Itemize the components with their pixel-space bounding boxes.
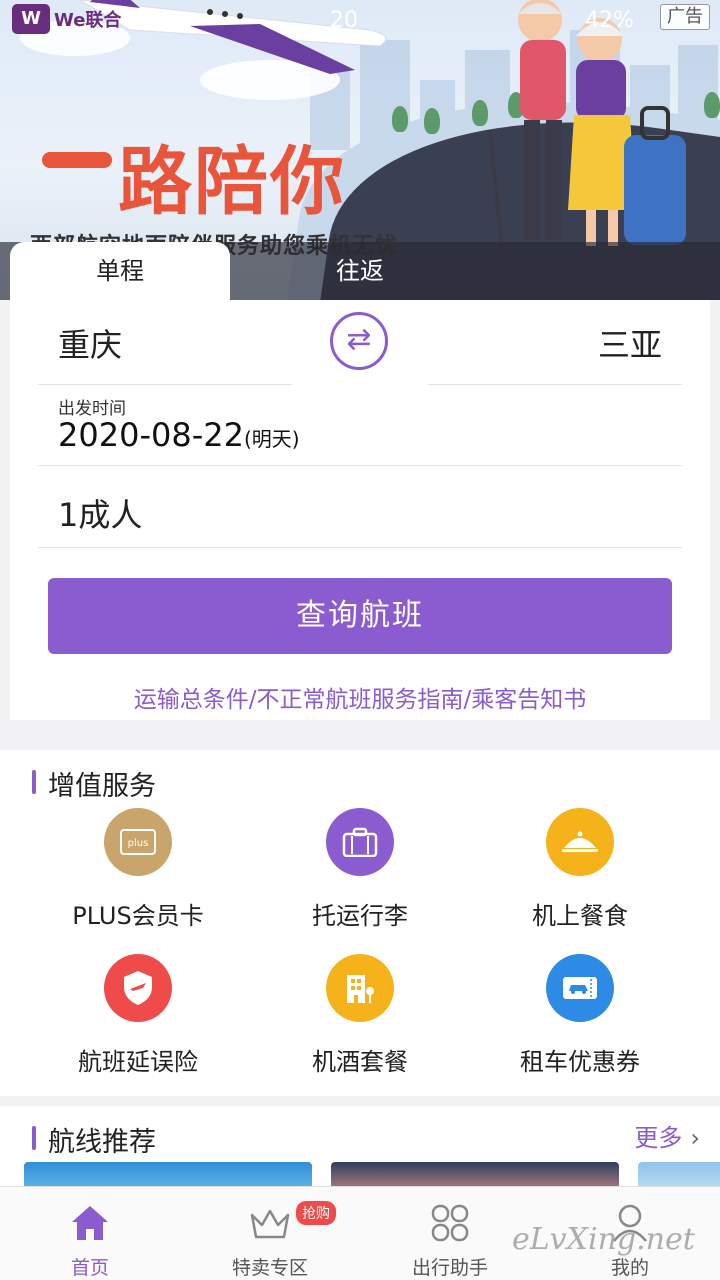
service-label: 机上餐食 — [532, 902, 628, 930]
nav-label: 出行助手 — [411, 1257, 488, 1279]
section-accent-bar — [32, 770, 36, 794]
arrival-city[interactable]: 三亚 — [598, 320, 662, 366]
more-label: 更多 — [634, 1124, 683, 1152]
ad-badge: 广告 — [660, 4, 710, 30]
section-accent-bar — [32, 1126, 36, 1150]
trip-type-tabs: 单程 往返 — [0, 242, 720, 300]
brand-logo-icon: W — [12, 4, 50, 34]
divider — [38, 384, 292, 385]
grid-icon — [431, 1204, 469, 1242]
banner-slogan: 路陪你 — [118, 139, 346, 225]
service-car-rental[interactable]: 租车优惠券 — [470, 954, 690, 1077]
routes-title: 航线推荐 — [48, 1127, 156, 1158]
tab-round-trip[interactable]: 往返 — [250, 242, 470, 300]
service-hotel-package[interactable]: 机酒套餐 — [250, 954, 470, 1077]
more-routes-link[interactable]: 更多 › — [634, 1118, 700, 1153]
chevron-right-icon: › — [690, 1124, 700, 1152]
car-ticket-icon — [546, 954, 614, 1022]
crown-icon — [250, 1209, 290, 1239]
service-label: 租车优惠券 — [520, 1048, 640, 1076]
passenger-selector[interactable]: 1成人 — [58, 490, 142, 536]
tab-one-way[interactable]: 单程 — [10, 242, 230, 300]
service-label: PLUS会员卡 — [72, 902, 204, 930]
status-battery: 42% — [585, 8, 634, 33]
flash-sale-badge: 抢购 — [296, 1201, 336, 1225]
route-card[interactable] — [638, 1162, 720, 1186]
date-hint: (明天) — [243, 427, 300, 451]
shield-plane-icon — [104, 954, 172, 1022]
route-card[interactable] — [24, 1162, 312, 1186]
route-recommendations: 航线推荐 更多 › — [0, 1106, 720, 1186]
search-flights-button[interactable]: 查询航班 — [48, 578, 672, 654]
slogan-dash — [42, 152, 112, 168]
date-value: 2020-08-22(明天) — [58, 416, 300, 454]
terms-links[interactable]: 运输总条件/不正常航班服务指南/乘客告知书 — [10, 680, 710, 714]
status-time: 20 — [330, 8, 358, 33]
service-delay-insurance[interactable]: 航班延误险 — [28, 954, 248, 1077]
brand-logo: W We联合 — [12, 4, 121, 34]
suitcase-icon — [326, 808, 394, 876]
hotel-icon — [326, 954, 394, 1022]
divider — [38, 547, 682, 548]
date-text: 2020-08-22 — [58, 416, 244, 454]
flight-search-card: 重庆 ⇄ 三亚 出发时间 2020-08-22(明天) 1成人 查询航班 运输总… — [10, 300, 710, 720]
service-label: 机酒套餐 — [312, 1048, 408, 1076]
nav-label: 我的 — [610, 1257, 649, 1279]
departure-city[interactable]: 重庆 — [58, 320, 122, 366]
service-label: 航班延误险 — [78, 1048, 198, 1076]
watermark: eLvXing.net — [512, 1222, 695, 1257]
nav-label: 首页 — [70, 1257, 109, 1279]
service-label: 托运行李 — [312, 902, 408, 930]
divider — [38, 465, 682, 466]
home-icon — [72, 1206, 108, 1240]
divider — [428, 384, 682, 385]
service-meal[interactable]: 机上餐食 — [470, 808, 690, 931]
nav-sale[interactable]: 抢购 特卖专区 — [180, 1187, 360, 1280]
service-baggage[interactable]: 托运行李 — [250, 808, 470, 931]
brand-logo-text: We联合 — [54, 10, 122, 31]
status-bar: W We联合 20 42% 广告 — [0, 0, 720, 40]
value-added-services: 增值服务 plus PLUS会员卡 托运行李 机上餐食 航班延误险 机酒套餐 租… — [0, 750, 720, 1096]
nav-label: 特卖专区 — [231, 1257, 308, 1279]
service-plus-card[interactable]: plus PLUS会员卡 — [28, 808, 248, 931]
services-title: 增值服务 — [48, 771, 156, 802]
meal-cloche-icon — [546, 808, 614, 876]
svg-text:plus: plus — [128, 838, 149, 849]
route-card[interactable] — [331, 1162, 619, 1186]
swap-cities-icon[interactable]: ⇄ — [330, 312, 388, 370]
nav-home[interactable]: 首页 — [0, 1187, 180, 1280]
plus-card-icon: plus — [104, 808, 172, 876]
